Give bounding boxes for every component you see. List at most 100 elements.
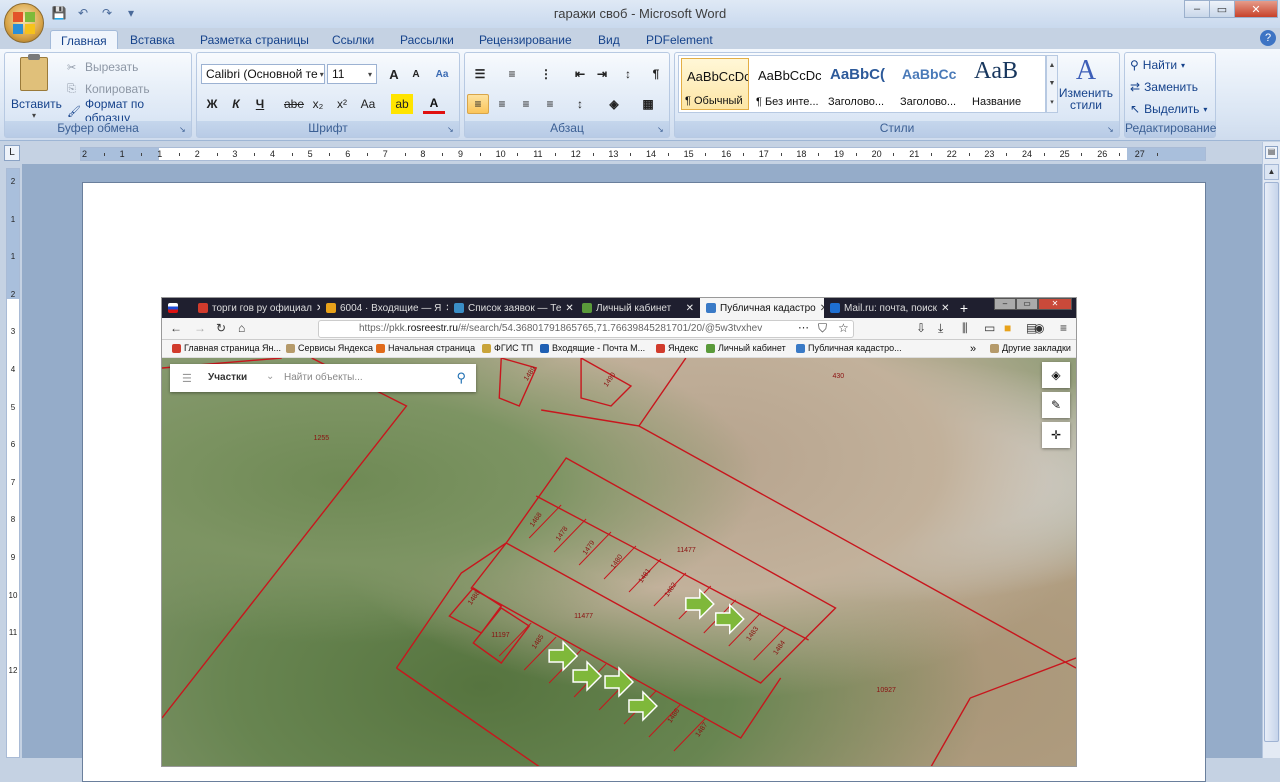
page-actions-icon[interactable]: ⋯ [798,321,809,334]
strikethrough-button[interactable]: abe [283,94,305,114]
help-icon[interactable]: ? [1260,30,1276,46]
bookmark-item[interactable]: Личный кабинет [706,343,786,353]
pocket-icon[interactable]: ⛉ [818,321,827,336]
embedded-screenshot[interactable]: торги гов ру официал ✕ 6004 · Входящие —… [161,297,1077,767]
bookmark-item[interactable]: Яндекс [656,343,698,353]
browser-tab[interactable]: торги гов ру официал ✕ [192,298,320,318]
scroll-thumb[interactable] [1264,182,1279,742]
close-button[interactable]: ✕ [1038,298,1072,310]
forward-icon[interactable]: → [194,321,206,335]
bookmark-item[interactable]: Главная страница Ян... [172,343,281,353]
styles-launcher-icon[interactable]: ↘ [1107,125,1117,135]
justify-icon[interactable]: ≡ [539,94,561,114]
style-heading-1[interactable]: AaBbC( Заголово... [825,58,893,110]
copy-button[interactable]: ⎘ Копировать [67,79,150,99]
other-bookmarks[interactable]: Другие закладки [990,343,1071,353]
change-styles-button[interactable]: A Изменить стили [1058,55,1114,117]
style-normal[interactable]: AaBbCcDc ¶ Обычный [681,58,749,110]
horizontal-ruler[interactable]: 2 1 1 2 3 4 5 6 7 8 9 10 11 12 13 14 15 16 17 18 19 20 21 22 23 2… [80,147,1206,161]
chevron-down-icon[interactable]: ⌄ [266,371,274,382]
browser-tab[interactable]: Список заявок — Те ✕ [448,298,576,318]
map-search-box[interactable]: ☰ Участки ⌄ Найти объекты... ⚲ [170,364,476,392]
more-icon[interactable]: ▾ [1050,98,1054,106]
shrink-font-button[interactable]: A [405,64,427,84]
hamburger-menu-icon[interactable]: ≡ [1060,321,1067,335]
line-spacing-icon[interactable]: ↕ [569,94,591,114]
bookmark-item[interactable]: ФГИС ТП [482,343,533,353]
browser-tab[interactable]: Личный кабинет ✕ [576,298,700,318]
url-field[interactable]: https://pkk.rosreestr.ru/#/search/54.368… [318,320,854,338]
numbering-icon[interactable]: ≡ [501,64,523,84]
bookmark-item[interactable]: Входящие - Почта М... [540,343,645,353]
search-icon[interactable]: ⚲ [456,370,466,386]
browser-tab[interactable]: 6004 · Входящие — Я ✕ [320,298,448,318]
bullets-icon[interactable]: ☰ [469,64,491,84]
back-icon[interactable]: ← [170,321,182,335]
select-button[interactable]: ↖ Выделить ▾ [1130,99,1207,119]
format-painter-button[interactable]: 🖌 Формат по образцу [67,97,191,125]
close-icon[interactable]: ✕ [565,303,573,314]
grow-font-button[interactable]: A [383,64,405,84]
document-area[interactable]: торги гов ру официал ✕ 6004 · Входящие —… [22,164,1262,782]
tab-review[interactable]: Рецензирование [469,30,582,50]
bookmark-item[interactable]: Сервисы Яндекса [286,343,373,353]
style-no-spacing[interactable]: AaBbCcDc ¶ Без инте... [753,58,821,110]
close-icon[interactable]: ✕ [941,303,949,314]
browser-tab-active[interactable]: Публичная кадастро ✕ [700,298,824,318]
home-icon[interactable]: ⌂ [238,321,245,335]
paste-button[interactable]: Вставить ▾ [11,54,62,121]
show-marks-button[interactable]: ¶ [645,64,667,84]
library-icon[interactable]: ⫼ [962,321,968,336]
style-title[interactable]: AaB Название [969,58,1037,110]
tab-view[interactable]: Вид [588,30,630,50]
minimize-button[interactable]: – [994,298,1016,310]
bookmark-item[interactable]: Публичная кадастро... [796,343,902,353]
flag-extension-icon[interactable]: ■ [1004,321,1011,335]
font-color-button[interactable]: A [423,94,445,114]
italic-button[interactable]: К [225,94,247,114]
chevron-up-icon[interactable]: ▲ [1049,62,1056,69]
clipboard-launcher-icon[interactable]: ↘ [179,125,189,135]
sidebar-icon[interactable]: ▭ [984,321,995,335]
cadastral-map[interactable]: 1255 430 11477 11477 11197 10927 1468 14… [162,358,1076,766]
ruler-tool-icon[interactable]: ✎ [1042,392,1070,418]
close-button[interactable]: ✕ [1234,0,1278,18]
align-right-icon[interactable]: ≡ [515,94,537,114]
find-button[interactable]: ⚲ Найти ▾ [1130,55,1185,75]
office-button[interactable] [4,3,44,43]
tab-insert[interactable]: Вставка [120,30,185,50]
vertical-scrollbar[interactable]: ▤ ▲ [1262,142,1280,758]
decrease-indent-icon[interactable]: ⇤ [569,64,591,84]
superscript-button[interactable]: x² [331,94,353,114]
tab-mailings[interactable]: Рассылки [390,30,464,50]
bookmark-item[interactable]: Начальная страница [376,343,475,353]
view-ruler-icon[interactable]: ▤ [1265,146,1278,159]
search-input[interactable]: Найти объекты... [284,372,363,383]
styles-scroll[interactable]: ▲ ▼ ▾ [1046,55,1058,113]
clear-format-button[interactable]: Aa [431,64,453,84]
font-size-select[interactable]: 11 ▾ [327,64,377,84]
browser-tab[interactable]: Mail.ru: почта, поиск ✕ [824,298,950,318]
search-category[interactable]: Участки [208,372,247,383]
multilevel-list-icon[interactable]: ⋮ [535,64,557,84]
bold-button[interactable]: Ж [201,94,223,114]
change-case-button[interactable]: Aa [357,94,379,114]
tab-page-layout[interactable]: Разметка страницы [190,30,319,50]
downloads-icon[interactable]: ⤓ [938,321,943,336]
shading-icon[interactable]: ◈ [603,94,625,114]
tab-pdfelement[interactable]: PDFelement [636,30,723,50]
chevron-down-icon[interactable]: ▼ [1049,80,1056,87]
hamburger-menu-icon[interactable]: ☰ [182,372,192,385]
document-page[interactable]: торги гов ру официал ✕ 6004 · Входящие —… [82,182,1206,782]
vertical-ruler[interactable]: 2 1 1 2 3 4 5 6 7 8 9 10 11 12 [6,168,20,758]
replace-button[interactable]: ⇄ Заменить [1130,77,1198,97]
maximize-button[interactable]: ▭ [1016,298,1038,310]
extension-icon[interactable]: ⇩ [916,321,926,335]
new-tab-button[interactable]: + [954,298,974,318]
increase-indent-icon[interactable]: ⇥ [591,64,613,84]
underline-button[interactable]: Ч [249,94,271,114]
style-heading-2[interactable]: AaBbCc Заголово... [897,58,965,110]
locate-icon[interactable]: ✛ [1042,422,1070,448]
star-icon[interactable]: ☆ [838,321,849,335]
paragraph-launcher-icon[interactable]: ↘ [657,125,667,135]
